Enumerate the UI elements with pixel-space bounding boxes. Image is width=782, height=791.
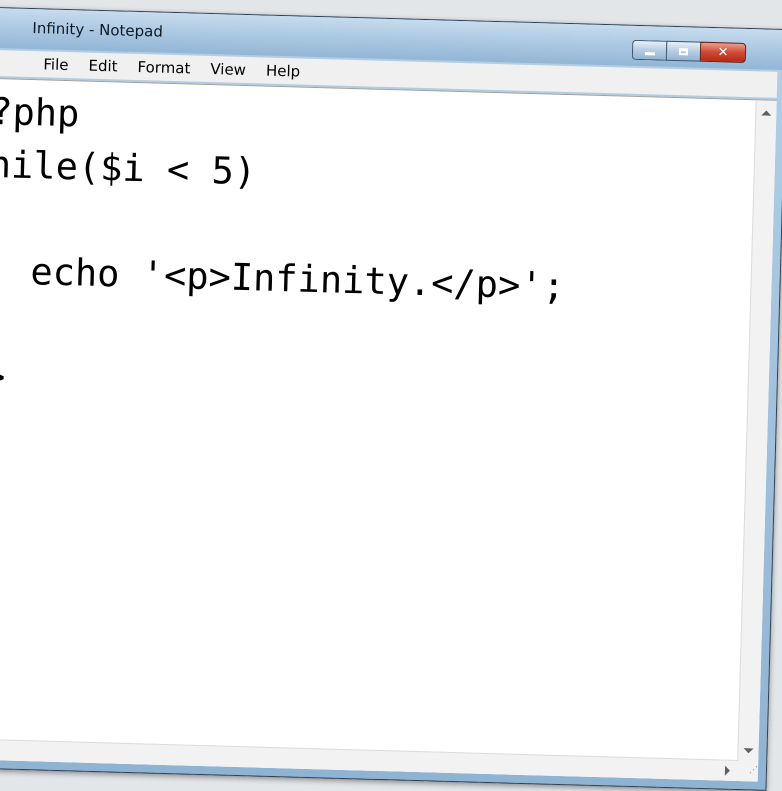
close-button[interactable]: ✕	[699, 41, 747, 63]
resize-grip-icon[interactable]: ⋰	[737, 761, 759, 782]
menu-file[interactable]: File	[43, 55, 69, 74]
menu-view[interactable]: View	[210, 60, 246, 79]
caption-buttons: ✕	[631, 39, 747, 63]
minimize-button[interactable]	[631, 39, 667, 61]
scroll-right-arrow-icon[interactable]	[724, 765, 731, 776]
maximize-icon	[678, 47, 689, 55]
notepad-window: Infinity - Notepad ✕ File Edit Format Vi…	[0, 6, 782, 791]
text-editor[interactable]: <?php while($i < 5) { echo '<p>Infinity.…	[0, 77, 777, 782]
horizontal-scrollbar[interactable]	[0, 737, 739, 782]
scroll-down-arrow-icon[interactable]	[743, 748, 754, 754]
menu-format[interactable]: Format	[137, 58, 190, 77]
minimize-icon	[644, 51, 655, 55]
close-icon: ✕	[717, 44, 729, 60]
vertical-scrollbar[interactable]	[737, 100, 777, 762]
maximize-button[interactable]	[665, 40, 701, 62]
scroll-up-arrow-icon[interactable]	[761, 110, 772, 116]
editor-text[interactable]: <?php while($i < 5) { echo '<p>Infinity.…	[0, 84, 570, 419]
menu-help[interactable]: Help	[266, 62, 301, 81]
window-title: Infinity - Notepad	[32, 19, 164, 41]
menu-edit[interactable]: Edit	[88, 57, 118, 76]
